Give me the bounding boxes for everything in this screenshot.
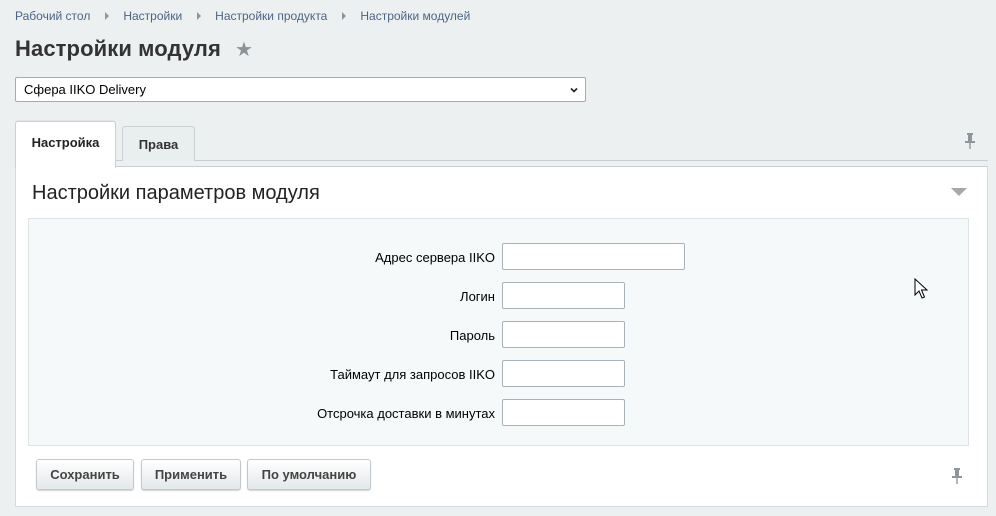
label-delivery-delay: Отсрочка доставки в минутах	[317, 406, 495, 421]
tab-rights[interactable]: Права	[122, 126, 195, 161]
label-server-address: Адрес сервера IIKO	[375, 250, 495, 265]
apply-button[interactable]: Применить	[141, 459, 241, 490]
module-select[interactable]: Сфера IIKO Delivery	[15, 77, 586, 102]
label-password: Пароль	[449, 328, 495, 343]
mouse-cursor-icon	[914, 278, 928, 299]
breadcrumb: Рабочий стол Настройки Настройки продукт…	[15, 8, 470, 24]
breadcrumb-separator-icon	[197, 12, 202, 20]
form-area: Адрес сервера IIKO Логин Пароль Таймаут …	[28, 218, 969, 446]
pin-icon[interactable]	[964, 132, 976, 150]
breadcrumb-separator-icon	[342, 12, 347, 20]
section-title: Настройки параметров модуля	[32, 182, 320, 204]
tab-settings-label: Настройка	[31, 135, 100, 150]
pin-icon[interactable]	[951, 467, 963, 485]
breadcrumb-separator-icon	[105, 12, 110, 20]
page-title: Настройки модуля	[15, 36, 221, 61]
breadcrumb-module-settings[interactable]: Настройки модулей	[360, 9, 470, 23]
save-button[interactable]: Сохранить	[36, 459, 134, 490]
password-input[interactable]	[502, 321, 625, 348]
server-address-input[interactable]	[502, 243, 685, 270]
tab-rights-label: Права	[138, 137, 179, 152]
breadcrumb-product-settings[interactable]: Настройки продукта	[215, 9, 327, 23]
label-timeout: Таймаут для запросов IIKO	[330, 367, 495, 382]
module-select-value: Сфера IIKO Delivery	[24, 82, 146, 97]
timeout-input[interactable]	[502, 360, 625, 387]
default-button[interactable]: По умолчанию	[247, 459, 371, 490]
tab-settings[interactable]: Настройка	[15, 121, 116, 168]
label-login: Логин	[460, 289, 495, 304]
breadcrumb-desktop[interactable]: Рабочий стол	[15, 9, 90, 23]
login-input[interactable]	[502, 282, 625, 309]
collapse-arrow-icon[interactable]	[951, 188, 967, 196]
delivery-delay-input[interactable]	[502, 399, 625, 426]
chevron-down-icon	[570, 87, 578, 93]
settings-panel: Настройки параметров модуля Адрес сервер…	[15, 166, 988, 507]
star-icon[interactable]: ★	[235, 40, 253, 60]
breadcrumb-settings[interactable]: Настройки	[123, 9, 182, 23]
